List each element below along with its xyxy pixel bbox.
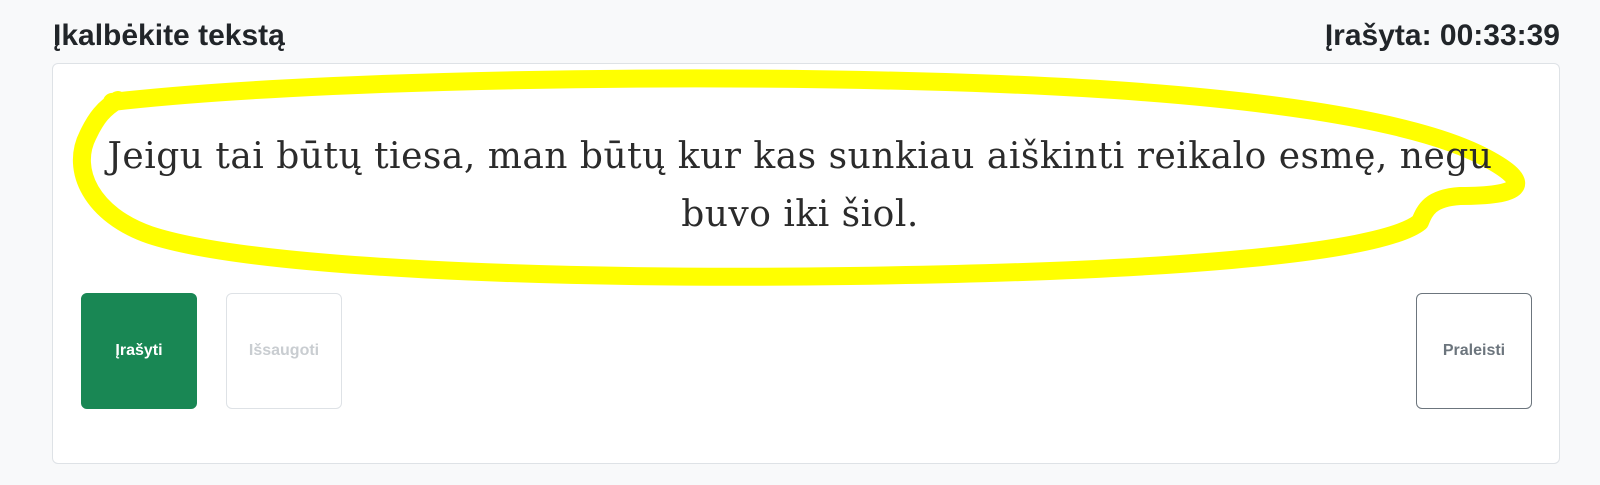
record-button[interactable]: Įrašyti	[81, 293, 197, 409]
prompt-text: Jeigu tai būtų tiesa, man būtų kur kas s…	[107, 136, 1493, 235]
header-title: Įkalbėkite tekstą	[53, 19, 285, 52]
skip-button[interactable]: Praleisti	[1416, 293, 1532, 409]
recorded-time-status: Įrašyta: 00:33:39	[1324, 19, 1560, 52]
save-button[interactable]: Išsaugoti	[226, 293, 342, 409]
